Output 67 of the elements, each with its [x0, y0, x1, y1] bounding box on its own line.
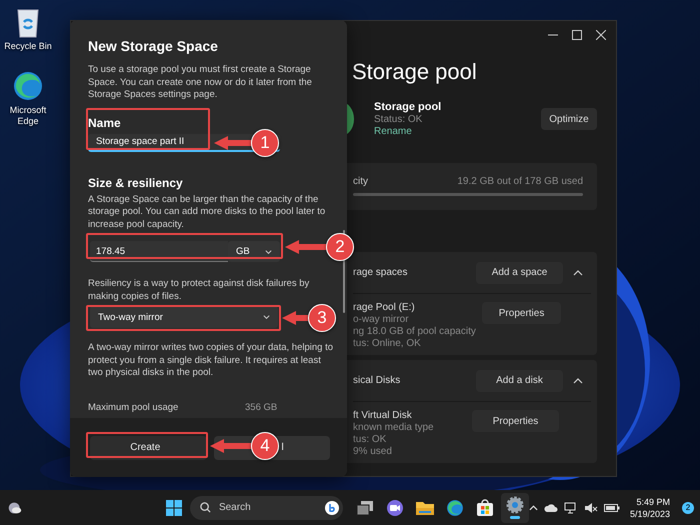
usage-label: Maximum pool usage: [88, 402, 180, 412]
search-box[interactable]: Search: [190, 496, 343, 520]
pool-status: Status: OK: [374, 114, 424, 125]
chevron-down-icon: [265, 250, 272, 254]
size-text: A Storage Space can be larger than the capacity of the storage pool. You can add more disks to the pool later to increase pool capacity.: [88, 194, 326, 231]
clock-date[interactable]: 5/19/2023: [630, 508, 670, 520]
notification-badge[interactable]: 2: [682, 502, 694, 514]
network-icon[interactable]: [564, 502, 578, 514]
mirror-note: A two-way mirror writes two copies of your data, helping to protect you from a single disk failure. It requires at least two physical disks in the pool.: [88, 342, 333, 380]
page-title: Storage pool: [352, 59, 478, 85]
section-title: sical Disks: [353, 375, 402, 386]
item-text: ng 18.0 GB of pool capacity: [353, 326, 476, 337]
arrow-icon: [282, 310, 308, 326]
chevron-up-icon[interactable]: [528, 504, 538, 510]
item-text: tus: OK: [353, 434, 388, 445]
item-text: o-way mirror: [353, 314, 410, 325]
resiliency-text: Resiliency is a way to protect against disk failures by making copies of files.: [88, 278, 310, 303]
create-button[interactable]: Create: [90, 436, 206, 460]
name-label: Name: [88, 116, 122, 130]
video-chat-icon[interactable]: [386, 498, 404, 516]
dialog-title: New Storage Space: [88, 38, 219, 54]
collapse-icon[interactable]: [573, 378, 583, 384]
usage-value: 356 GB: [245, 402, 278, 412]
item-text: ft Virtual Disk: [353, 410, 413, 421]
item-text: tus: Online, OK: [353, 338, 422, 349]
maximize-icon[interactable]: [572, 30, 582, 40]
start-icon[interactable]: [166, 500, 182, 516]
item-text: 9% used: [353, 446, 393, 457]
resiliency-dropdown[interactable]: Two-way mirror: [90, 306, 278, 328]
battery-icon[interactable]: [604, 502, 620, 512]
size-field[interactable]: 178.45: [90, 241, 228, 262]
store-icon[interactable]: [476, 498, 494, 516]
search-icon: [200, 502, 211, 513]
close-icon[interactable]: [596, 30, 606, 40]
chevron-down-icon: [263, 315, 270, 319]
taskbar-app-button[interactable]: [500, 492, 529, 522]
unit-dropdown[interactable]: GB: [228, 241, 280, 262]
item-text: known media type: [353, 422, 435, 433]
edge-icon[interactable]: [12, 70, 44, 102]
add-button[interactable]: Add a disk: [476, 370, 563, 392]
pool-name: Storage pool: [374, 101, 442, 113]
folder-icon[interactable]: [414, 500, 435, 516]
capacity-label: city: [353, 176, 368, 187]
intro-text: To use a storage pool you must first create a Storage Space. You can create one now or do it later from the Storage Spaces settings page.: [88, 64, 313, 102]
rename-link[interactable]: Rename: [374, 126, 521, 137]
optimize-button[interactable]: Optimize: [541, 108, 597, 130]
desktop-icon-label[interactable]: Recycle Bin: [4, 41, 52, 52]
collapse-icon[interactable]: [573, 270, 583, 276]
bing-icon: [324, 500, 339, 514]
edge-icon[interactable]: [446, 498, 464, 516]
arrow-icon: [285, 239, 327, 255]
volume-muted-icon[interactable]: [584, 502, 598, 514]
add-button[interactable]: Add a space: [476, 262, 563, 284]
desktop-icon-label[interactable]: Microsoft Edge: [3, 105, 53, 127]
item-text: rage Pool (E:): [353, 302, 416, 313]
settings-icon[interactable]: [506, 496, 524, 514]
properties-button[interactable]: Properties: [482, 302, 562, 324]
arrow-icon: [210, 438, 252, 454]
clock-time[interactable]: 5:49 PM: [636, 496, 670, 508]
active-indicator: [510, 516, 520, 519]
task-view-icon[interactable]: [356, 500, 374, 516]
section-title: rage spaces: [353, 267, 408, 278]
weather-icon[interactable]: [8, 500, 22, 516]
properties-button[interactable]: Properties: [472, 410, 559, 432]
size-heading: Size & resiliency: [88, 176, 184, 190]
cloud-icon[interactable]: [544, 503, 558, 512]
capacity-usage: 19.2 GB out of 178 GB used: [457, 176, 583, 187]
